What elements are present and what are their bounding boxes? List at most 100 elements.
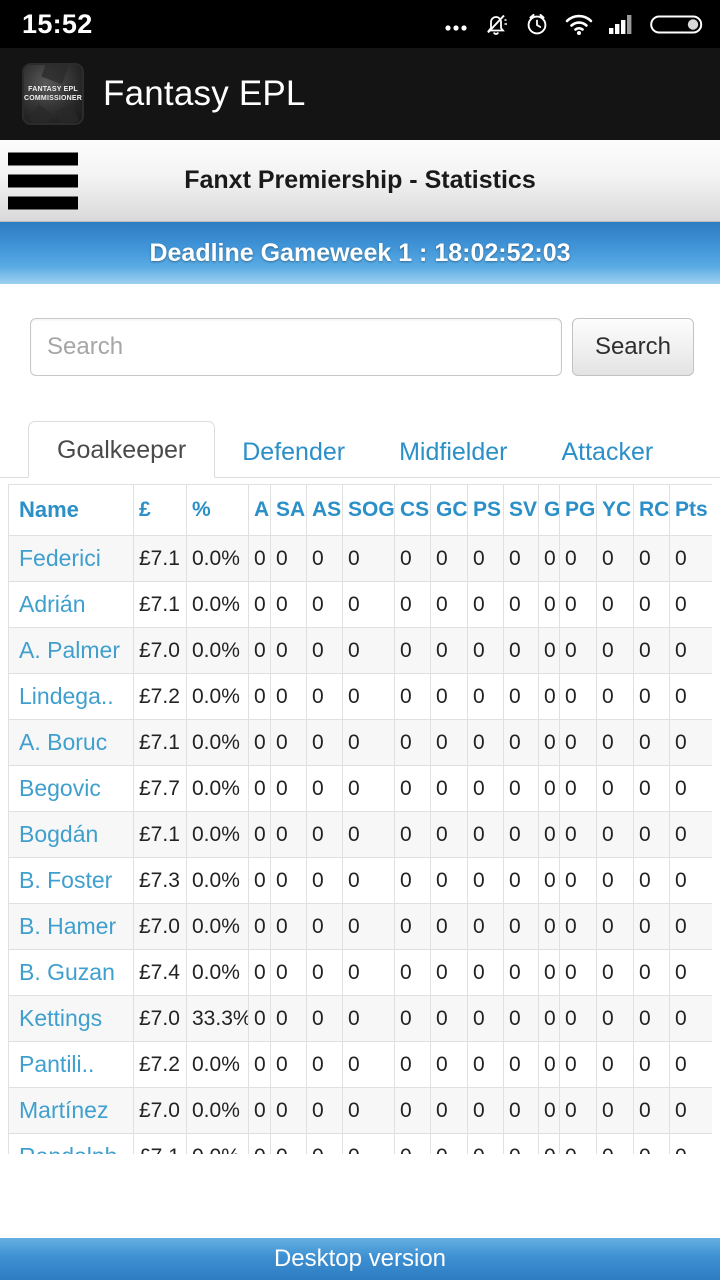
col-header-sa[interactable]: SA (270, 484, 307, 536)
player-stat-cell-g: 0 (538, 903, 560, 950)
col-header-pg[interactable]: PG (559, 484, 597, 536)
player-name-cell[interactable]: Lindega.. (8, 673, 134, 720)
player-name-cell[interactable]: Martínez (8, 1087, 134, 1134)
table-row[interactable]: Begovic £7.7 0.0% 0 0 0 0 0 0 0 0 0 0 0 0 0 (8, 765, 712, 812)
search-input[interactable] (30, 318, 562, 376)
player-stat-cell-yc: 0 (596, 765, 634, 812)
hamburger-menu-icon[interactable] (8, 152, 78, 209)
player-stat-cell-pts: 0 (669, 995, 712, 1042)
player-name-cell[interactable]: Federici (8, 535, 134, 582)
player-stat-cell-pg: 0 (559, 1041, 597, 1088)
player-stat-cell-ps: 0 (467, 1087, 504, 1134)
table-row[interactable]: A. Palmer £7.0 0.0% 0 0 0 0 0 0 0 0 0 0 0 0 0 (8, 627, 712, 674)
table-row[interactable]: B. Hamer £7.0 0.0% 0 0 0 0 0 0 0 0 0 0 0 0 0 (8, 903, 712, 950)
tab-goalkeeper[interactable]: Goalkeeper (28, 421, 216, 478)
table-row[interactable]: Kettings £7.0 33.3% 0 0 0 0 0 0 0 0 0 0 0 0 0 (8, 995, 712, 1042)
player-stat-cell-sa: 0 (270, 581, 307, 628)
player-stat-cell-sog: 0 (342, 765, 395, 812)
col-header-cs[interactable]: CS (394, 484, 431, 536)
player-stat-cell-a: 0 (248, 1087, 271, 1134)
player-stat-cell-g: 0 (538, 949, 560, 996)
player-stat-cell-rc: 0 (633, 673, 670, 720)
player-name-cell[interactable]: B. Foster (8, 857, 134, 904)
player-name-cell[interactable]: Pantili.. (8, 1041, 134, 1088)
player-name-cell[interactable]: Kettings (8, 995, 134, 1042)
col-header-price[interactable]: £ (133, 484, 187, 536)
player-stat-cell-yc: 0 (596, 949, 634, 996)
player-stat-cell-yc: 0 (596, 719, 634, 766)
col-header-yc[interactable]: YC (596, 484, 634, 536)
player-stat-cell-rc: 0 (633, 627, 670, 674)
player-stat-cell-a: 0 (248, 535, 271, 582)
col-header-pct[interactable]: % (186, 484, 249, 536)
col-header-pts[interactable]: Pts (669, 484, 712, 536)
tab-midfielder[interactable]: Midfielder (372, 425, 534, 478)
table-row[interactable]: Lindega.. £7.2 0.0% 0 0 0 0 0 0 0 0 0 0 0 0 0 (8, 673, 712, 720)
player-stat-cell-sv: 0 (503, 719, 539, 766)
status-time: 15:52 (22, 8, 93, 39)
player-stat-cell-gc: 0 (430, 857, 468, 904)
table-row[interactable]: Adrián £7.1 0.0% 0 0 0 0 0 0 0 0 0 0 0 0 0 (8, 581, 712, 628)
app-logo-line2: COMMISSIONER (24, 95, 83, 102)
player-stat-cell-cs: 0 (394, 903, 431, 950)
player-stat-cell-cs: 0 (394, 627, 431, 674)
player-ownership-cell: 0.0% (186, 627, 249, 674)
statistics-table: Name £ % A SA AS SOG CS GC PS SV G PG YC (8, 484, 712, 1154)
player-stat-cell-rc: 0 (633, 857, 670, 904)
col-header-ps[interactable]: PS (467, 484, 504, 536)
player-name-cell[interactable]: Adrián (8, 581, 134, 628)
table-body: Federici £7.1 0.0% 0 0 0 0 0 0 0 0 0 0 0 0 0 Adrián £7.1 0… (8, 535, 712, 1154)
player-price-cell: £7.2 (133, 673, 187, 720)
main-content: Search Goalkeeper Defender Midfielder At… (0, 284, 720, 1154)
player-stat-cell-g: 0 (538, 811, 560, 858)
table-row[interactable]: Bogdán £7.1 0.0% 0 0 0 0 0 0 0 0 0 0 0 0 0 (8, 811, 712, 858)
player-name-cell[interactable]: B. Guzan (8, 949, 134, 996)
col-header-as[interactable]: AS (306, 484, 343, 536)
table-row[interactable]: B. Guzan £7.4 0.0% 0 0 0 0 0 0 0 0 0 0 0 0 0 (8, 949, 712, 996)
player-stat-cell-g: 0 (538, 535, 560, 582)
col-header-sog[interactable]: SOG (342, 484, 395, 536)
table-row[interactable]: Martínez £7.0 0.0% 0 0 0 0 0 0 0 0 0 0 0 0 0 (8, 1087, 712, 1134)
player-stat-cell-rc: 0 (633, 581, 670, 628)
table-row[interactable]: Randolph£7.10.0%0000000000000 (8, 1133, 712, 1154)
table-row[interactable]: Pantili.. £7.2 0.0% 0 0 0 0 0 0 0 0 0 0 0 0 0 (8, 1041, 712, 1088)
player-name-cell[interactable]: B. Hamer (8, 903, 134, 950)
player-name-cell[interactable]: Bogdán (8, 811, 134, 858)
col-header-name[interactable]: Name (8, 484, 134, 536)
player-stat-cell-pts: 0 (669, 581, 712, 628)
player-stat-cell-as: 0 (306, 673, 343, 720)
more-dots-icon (445, 25, 467, 31)
player-price-cell: £7.4 (133, 949, 187, 996)
col-header-sv[interactable]: SV (503, 484, 539, 536)
player-ownership-cell: 0.0% (186, 811, 249, 858)
player-stat-cell-cs: 0 (394, 857, 431, 904)
player-stat-cell-as: 0 (306, 811, 343, 858)
col-header-g[interactable]: G (538, 484, 560, 536)
player-stat-cell-cs: 0 (394, 995, 431, 1042)
col-header-gc[interactable]: GC (430, 484, 468, 536)
player-stat-cell-gc: 0 (430, 581, 468, 628)
player-stat-cell-ps: 0 (467, 949, 504, 996)
table-row[interactable]: A. Boruc £7.1 0.0% 0 0 0 0 0 0 0 0 0 0 0 0 0 (8, 719, 712, 766)
player-stat-cell-gc: 0 (430, 949, 468, 996)
player-stat-cell-g: 0 (538, 673, 560, 720)
tab-defender[interactable]: Defender (215, 425, 372, 478)
player-stat-cell-a: 0 (248, 1133, 271, 1154)
player-stat-cell-rc: 0 (633, 995, 670, 1042)
table-row[interactable]: B. Foster £7.3 0.0% 0 0 0 0 0 0 0 0 0 0 0 0 0 (8, 857, 712, 904)
table-row[interactable]: Federici £7.1 0.0% 0 0 0 0 0 0 0 0 0 0 0 0 0 (8, 535, 712, 582)
col-header-rc[interactable]: RC (633, 484, 670, 536)
search-button[interactable]: Search (571, 318, 694, 376)
col-header-a[interactable]: A (248, 484, 271, 536)
player-stat-cell-cs: 0 (394, 949, 431, 996)
player-name-cell[interactable]: A. Boruc (8, 719, 134, 766)
player-stat-cell-as: 0 (306, 581, 343, 628)
player-stat-cell-pg: 0 (559, 995, 597, 1042)
player-stat-cell-pts: 0 (669, 1133, 712, 1154)
player-name-cell[interactable]: A. Palmer (8, 627, 134, 674)
tab-attacker[interactable]: Attacker (534, 425, 680, 478)
player-stat-cell-g: 0 (538, 581, 560, 628)
desktop-version-bar[interactable]: Desktop version (0, 1238, 720, 1280)
player-name-cell[interactable]: Begovic (8, 765, 134, 812)
player-name-cell[interactable]: Randolph (8, 1133, 134, 1154)
